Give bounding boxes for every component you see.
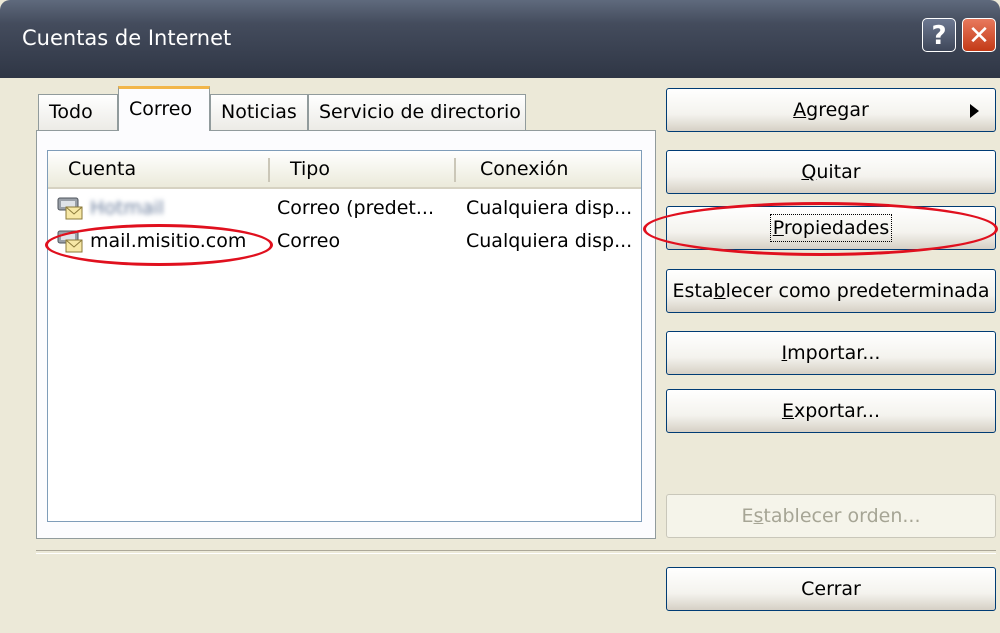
- export-button[interactable]: Exportar...: [666, 389, 996, 433]
- button-label-accel: b: [713, 280, 726, 302]
- list-item[interactable]: Hotmail Correo (predet... Cualquiera dis…: [48, 193, 641, 224]
- column-divider[interactable]: [454, 158, 456, 182]
- account-connection: Cualquiera disp...: [466, 230, 633, 252]
- title-bar[interactable]: Cuentas de Internet ? ✕: [0, 0, 1000, 78]
- window-title: Cuentas de Internet: [22, 26, 232, 50]
- account-type: Correo: [277, 230, 341, 252]
- button-label: xportar...: [793, 400, 881, 422]
- submenu-arrow-icon: [970, 104, 979, 118]
- set-default-button[interactable]: Establecer como predeterminada: [666, 269, 996, 313]
- highlight-ellipse-account: [45, 224, 273, 266]
- tab-servicio-de-directorio[interactable]: Servicio de directorio: [308, 94, 526, 130]
- button-label: gregar: [806, 99, 869, 121]
- highlight-ellipse-properties: [643, 202, 998, 256]
- button-label-accel: E: [781, 400, 794, 422]
- button-label: uitar: [816, 161, 861, 183]
- button-label: tablecer orden...: [763, 505, 921, 527]
- separator: [36, 550, 996, 554]
- accounts-list[interactable]: Cuenta Tipo Conexión Hotmail Correo (pre…: [47, 150, 642, 522]
- button-label: lecer como predeterminada: [725, 280, 990, 302]
- button-label-accel: s: [753, 505, 764, 527]
- column-header-conexion[interactable]: Conexión: [480, 151, 568, 187]
- mail-account-icon: [57, 197, 83, 220]
- add-button[interactable]: Agregar: [666, 88, 996, 132]
- account-name: Hotmail: [90, 197, 165, 219]
- tab-noticias[interactable]: Noticias: [210, 94, 308, 130]
- button-label-accel: A: [793, 99, 807, 121]
- account-connection: Cualquiera disp...: [466, 197, 633, 219]
- remove-button[interactable]: Quitar: [666, 150, 996, 194]
- list-header: Cuenta Tipo Conexión: [48, 151, 641, 189]
- tab-correo[interactable]: Correo: [118, 86, 210, 131]
- button-label: E: [741, 505, 754, 527]
- close-window-button[interactable]: ✕: [962, 18, 996, 52]
- button-label-accel: Q: [801, 161, 817, 183]
- column-divider[interactable]: [268, 158, 270, 182]
- column-header-cuenta[interactable]: Cuenta: [68, 151, 136, 187]
- import-button[interactable]: Importar...: [666, 331, 996, 375]
- button-label: Esta: [672, 280, 714, 302]
- tab-todo[interactable]: Todo: [38, 94, 118, 130]
- close-button[interactable]: Cerrar: [666, 567, 996, 611]
- account-type: Correo (predet...: [277, 197, 434, 219]
- button-label: Cerrar: [801, 578, 861, 600]
- column-header-tipo[interactable]: Tipo: [290, 151, 330, 187]
- help-button[interactable]: ?: [922, 18, 956, 52]
- internet-accounts-dialog: Cuentas de Internet ? ✕ Todo Correo Noti…: [0, 0, 1000, 633]
- button-label: mportar...: [787, 342, 881, 364]
- set-order-button[interactable]: Establecer orden...: [666, 494, 996, 538]
